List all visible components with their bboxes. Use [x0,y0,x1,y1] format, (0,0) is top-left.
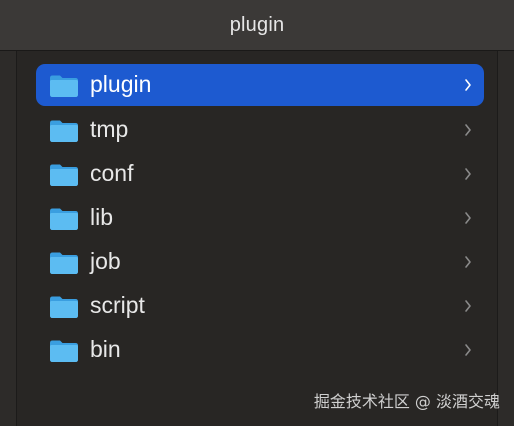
folder-row-plugin[interactable]: plugin [36,64,484,106]
previous-column-pane[interactable] [0,51,17,426]
folder-list: plugin tmp conf lib job script bin [36,64,484,372]
next-column-pane[interactable] [497,51,514,426]
window-title: plugin [229,13,285,36]
chevron-right-icon [465,212,471,224]
watermark-text: 掘金技术社区 @ 淡酒交魂 [313,392,500,411]
folder-row-bin[interactable]: bin [36,328,484,372]
chevron-right-icon [465,344,471,356]
chevron-right-icon [465,168,471,180]
folder-label: plugin [90,71,152,97]
folder-label: script [90,292,145,318]
folder-icon [50,208,78,230]
folder-row-conf[interactable]: conf [36,152,484,196]
chevron-right-icon [465,124,471,136]
folder-label: conf [90,160,134,186]
folder-label: tmp [90,116,129,142]
title-bar[interactable]: plugin [0,0,514,51]
folder-icon [50,296,78,318]
chevron-right-icon [465,300,471,312]
chevron-right-icon [465,79,471,91]
finder-window: plugin plugin tmp conf lib job script bi… [0,0,514,426]
folder-icon [50,75,78,97]
folder-row-tmp[interactable]: tmp [36,108,484,152]
folder-label: lib [90,204,114,230]
folder-icon [50,340,78,362]
folder-row-lib[interactable]: lib [36,196,484,240]
folder-label: job [90,248,121,274]
folder-icon [50,120,78,142]
folder-icon [50,252,78,274]
folder-icon [50,164,78,186]
folder-row-job[interactable]: job [36,240,484,284]
folder-row-script[interactable]: script [36,284,484,328]
chevron-right-icon [465,256,471,268]
folder-label: bin [90,336,121,362]
